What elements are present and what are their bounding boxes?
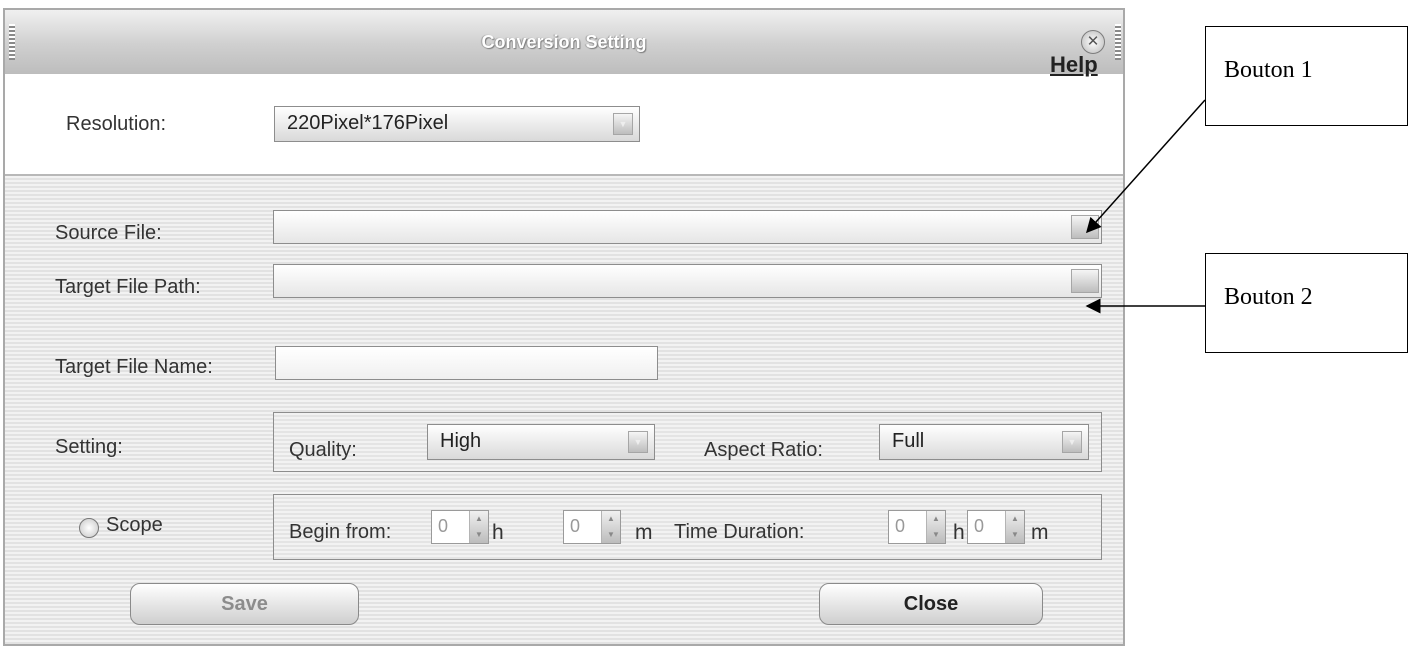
annotation-arrows (1085, 99, 1206, 314)
arrow-to-button-1 (1086, 99, 1206, 234)
